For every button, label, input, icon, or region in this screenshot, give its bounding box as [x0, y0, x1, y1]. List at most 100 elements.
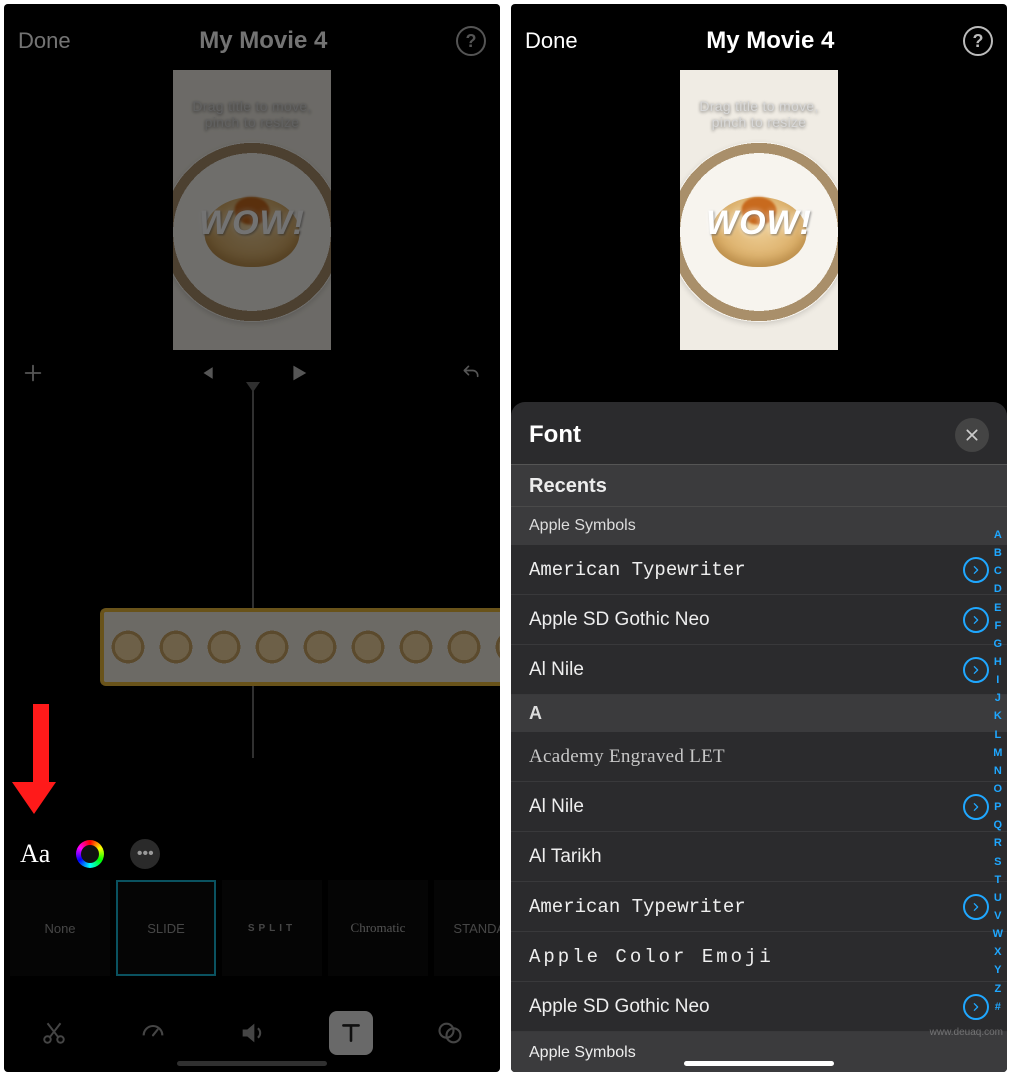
font-row[interactable]: Apple Color Emoji — [511, 932, 1007, 982]
skip-start-icon[interactable] — [195, 362, 217, 384]
project-title: My Movie 4 — [706, 27, 834, 55]
color-button[interactable] — [76, 840, 104, 868]
index-letter[interactable]: X — [993, 943, 1003, 961]
font-row[interactable]: American Typewriter — [511, 545, 1007, 595]
index-letter[interactable]: O — [993, 780, 1003, 798]
font-name: Apple Color Emoji — [529, 946, 774, 968]
titles-tab-icon[interactable] — [329, 1011, 373, 1055]
preview-area: Drag title to move, pinch to resize WOW! — [511, 66, 1007, 350]
right-screenshot: Done My Movie 4 ? Drag title to move, pi… — [511, 4, 1007, 1072]
speed-tab-icon[interactable] — [131, 1011, 175, 1055]
close-icon[interactable] — [955, 418, 989, 452]
title-preset[interactable]: STANDAR — [434, 880, 500, 976]
index-letter[interactable]: B — [993, 544, 1003, 562]
index-letter[interactable]: D — [993, 580, 1003, 598]
chevron-right-icon[interactable] — [963, 657, 989, 683]
font-panel-title: Font — [529, 421, 581, 449]
font-row[interactable]: Al Nile — [511, 782, 1007, 832]
font-name: Academy Engraved LET — [529, 746, 725, 768]
index-letter[interactable]: M — [993, 744, 1003, 762]
index-letter[interactable]: S — [993, 853, 1003, 871]
font-picker-panel: Font Recents Apple Symbols American Type… — [511, 402, 1007, 1072]
font-name: Apple SD Gothic Neo — [529, 609, 710, 631]
volume-tab-icon[interactable] — [230, 1011, 274, 1055]
more-options-button[interactable]: ••• — [130, 839, 160, 869]
index-letter[interactable]: A — [993, 526, 1003, 544]
help-icon[interactable]: ? — [456, 26, 486, 56]
font-row[interactable]: Apple SD Gothic Neo — [511, 982, 1007, 1032]
font-row[interactable]: Al Tarikh — [511, 832, 1007, 882]
help-icon[interactable]: ? — [963, 26, 993, 56]
done-button[interactable]: Done — [525, 28, 578, 54]
index-letter[interactable]: C — [993, 562, 1003, 580]
font-name: American Typewriter — [529, 896, 746, 918]
alphabet-index[interactable]: ABCDEFGHIJKLMNOPQRSTUVWXYZ# — [991, 466, 1005, 1032]
selected-clip[interactable]: T — [100, 608, 500, 686]
title-preset[interactable]: SPLIT — [222, 880, 322, 976]
timeline[interactable]: T — [4, 388, 500, 758]
title-preset[interactable]: SLIDE — [116, 880, 216, 976]
left-screenshot: Done My Movie 4 ? Drag title to move, pi… — [4, 4, 500, 1072]
title-style-toolbar: Aa ••• — [4, 834, 500, 874]
index-letter[interactable]: H — [993, 653, 1003, 671]
font-name: Al Tarikh — [529, 846, 602, 868]
playhead[interactable] — [252, 388, 254, 758]
recent-font-item[interactable]: Apple Symbols — [511, 506, 1007, 545]
index-letter[interactable]: I — [993, 671, 1003, 689]
watermark: www.deuaq.com — [930, 1027, 1003, 1038]
font-row[interactable]: Apple Symbols — [511, 1032, 1007, 1072]
index-letter[interactable]: V — [993, 907, 1003, 925]
chevron-right-icon[interactable] — [963, 994, 989, 1020]
font-row[interactable]: Al Nile — [511, 645, 1007, 695]
index-letter[interactable]: L — [993, 726, 1003, 744]
project-title: My Movie 4 — [199, 27, 327, 55]
play-icon[interactable] — [287, 362, 309, 384]
chevron-right-icon[interactable] — [963, 794, 989, 820]
index-letter[interactable]: T — [993, 871, 1003, 889]
home-indicator — [177, 1061, 327, 1066]
font-row[interactable]: Apple SD Gothic Neo — [511, 595, 1007, 645]
font-row[interactable]: American Typewriter — [511, 882, 1007, 932]
font-name: Apple Symbols — [529, 1044, 636, 1062]
index-letter[interactable]: W — [993, 925, 1003, 943]
filters-tab-icon[interactable] — [428, 1011, 472, 1055]
add-icon[interactable] — [22, 362, 44, 384]
cut-tab-icon[interactable] — [32, 1011, 76, 1055]
index-letter[interactable]: J — [993, 689, 1003, 707]
title-preset[interactable]: None — [10, 880, 110, 976]
title-hint: Drag title to move, pinch to resize — [173, 98, 331, 130]
title-hint: Drag title to move, pinch to resize — [680, 98, 838, 130]
font-button[interactable]: Aa — [20, 839, 50, 869]
index-letter[interactable]: K — [993, 707, 1003, 725]
index-letter[interactable]: Q — [993, 816, 1003, 834]
chevron-right-icon[interactable] — [963, 607, 989, 633]
index-letter[interactable]: G — [993, 635, 1003, 653]
video-preview[interactable]: Drag title to move, pinch to resize WOW! — [680, 70, 838, 350]
annotation-arrow — [26, 704, 56, 814]
section-letter: A — [511, 695, 1007, 732]
video-preview[interactable]: Drag title to move, pinch to resize WOW! — [173, 70, 331, 350]
index-letter[interactable]: Y — [993, 961, 1003, 979]
recents-header: Recents — [511, 465, 1007, 506]
chevron-right-icon[interactable] — [963, 557, 989, 583]
font-name: Al Nile — [529, 796, 584, 818]
done-button[interactable]: Done — [18, 28, 71, 54]
font-row[interactable]: Academy Engraved LET — [511, 732, 1007, 782]
index-letter[interactable]: Z — [993, 980, 1003, 998]
font-name: Apple SD Gothic Neo — [529, 996, 710, 1018]
index-letter[interactable]: # — [993, 998, 1003, 1016]
index-letter[interactable]: N — [993, 762, 1003, 780]
index-letter[interactable]: F — [993, 617, 1003, 635]
title-text[interactable]: WOW! — [680, 204, 838, 243]
index-letter[interactable]: R — [993, 834, 1003, 852]
chevron-right-icon[interactable] — [963, 894, 989, 920]
index-letter[interactable]: E — [993, 599, 1003, 617]
preview-area: Drag title to move, pinch to resize WOW! — [4, 66, 500, 350]
title-presets[interactable]: NoneSLIDESPLITChromaticSTANDAR — [4, 880, 500, 980]
undo-icon[interactable] — [460, 362, 482, 384]
index-letter[interactable]: U — [993, 889, 1003, 907]
title-text[interactable]: WOW! — [173, 204, 331, 243]
index-letter[interactable]: P — [993, 798, 1003, 816]
home-indicator — [684, 1061, 834, 1066]
title-preset[interactable]: Chromatic — [328, 880, 428, 976]
